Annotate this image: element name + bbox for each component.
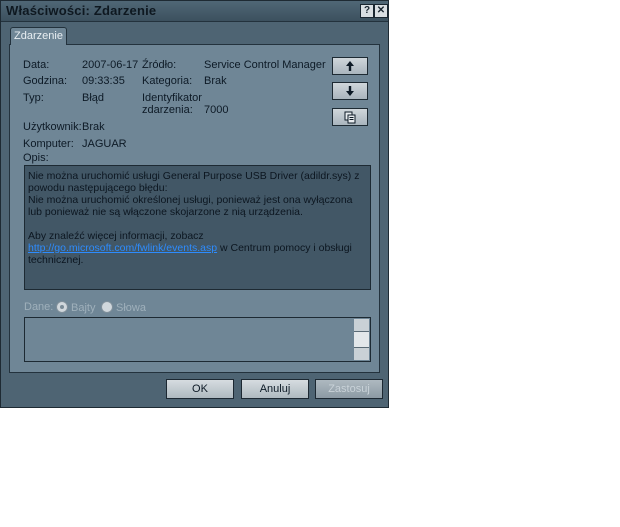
window-title: Właściwości: Zdarzenie (6, 3, 157, 18)
copy-icon (344, 111, 356, 124)
previous-event-button[interactable] (332, 57, 368, 75)
time-label: Godzina: (23, 75, 68, 87)
source-label: Źródło: (142, 59, 177, 71)
source-value: Service Control Manager (204, 59, 326, 71)
title-bar[interactable]: Właściwości: Zdarzenie ? ✕ (1, 1, 388, 22)
arrow-up-icon (346, 61, 354, 71)
event-id-label-line2: zdarzenia: (142, 104, 193, 116)
radio-unselected-icon (101, 301, 113, 313)
event-id-label-line1: Identyfikator (142, 92, 202, 104)
category-value: Brak (204, 75, 227, 87)
close-button[interactable]: ✕ (374, 4, 388, 18)
description-more-prefix: Aby znaleźć więcej informacji, zobacz (28, 230, 204, 242)
date-label: Data: (23, 59, 50, 71)
next-event-button[interactable] (332, 82, 368, 100)
scroll-thumb[interactable] (354, 332, 369, 347)
radio-selected-icon (56, 301, 68, 313)
user-label: Użytkownik: (23, 121, 82, 133)
computer-label: Komputer: (23, 138, 74, 150)
description-text[interactable]: Nie można uruchomić usługi General Purpo… (24, 165, 371, 290)
type-value: Błąd (82, 92, 105, 104)
apply-button[interactable]: Zastosuj (315, 379, 383, 399)
description-line-2: Nie można uruchomić określonej usługi, p… (28, 194, 353, 218)
event-panel: Data: 2007-06-17 Źródło: Service Control… (9, 44, 380, 373)
words-radio[interactable]: Słowa (101, 301, 146, 314)
date-value: 2007-06-17 (82, 59, 139, 71)
arrow-down-icon (346, 86, 354, 96)
events-link[interactable]: http://go.microsoft.com/fwlink/events.as… (28, 242, 217, 254)
tab-zdarzenie[interactable]: Zdarzenie (10, 27, 67, 45)
properties-dialog: Właściwości: Zdarzenie ? ✕ Zdarzenie Dat… (0, 0, 389, 408)
computer-value: JAGUAR (82, 138, 127, 150)
time-value: 09:33:35 (82, 75, 125, 87)
description-line-1: Nie można uruchomić usługi General Purpo… (28, 170, 360, 194)
scroll-down-button[interactable] (354, 347, 369, 360)
event-id-value: 7000 (204, 104, 229, 116)
data-label: Dane: (24, 301, 54, 313)
user-value: Brak (82, 121, 105, 133)
bytes-radio-label: Bajty (71, 302, 96, 314)
description-more-info: Aby znaleźć więcej informacji, zobacz ht… (28, 230, 367, 266)
cancel-button[interactable]: Anuluj (241, 379, 309, 399)
type-label: Typ: (23, 92, 44, 104)
data-scrollbar[interactable] (354, 319, 369, 360)
data-display[interactable] (24, 317, 371, 362)
category-label: Kategoria: (142, 75, 193, 87)
help-button[interactable]: ? (360, 4, 374, 18)
description-label: Opis: (23, 152, 49, 164)
ok-button[interactable]: OK (166, 379, 234, 399)
bytes-radio[interactable]: Bajty (56, 301, 95, 314)
copy-button[interactable] (332, 108, 368, 126)
words-radio-label: Słowa (116, 302, 146, 314)
scroll-up-button[interactable] (354, 319, 369, 332)
